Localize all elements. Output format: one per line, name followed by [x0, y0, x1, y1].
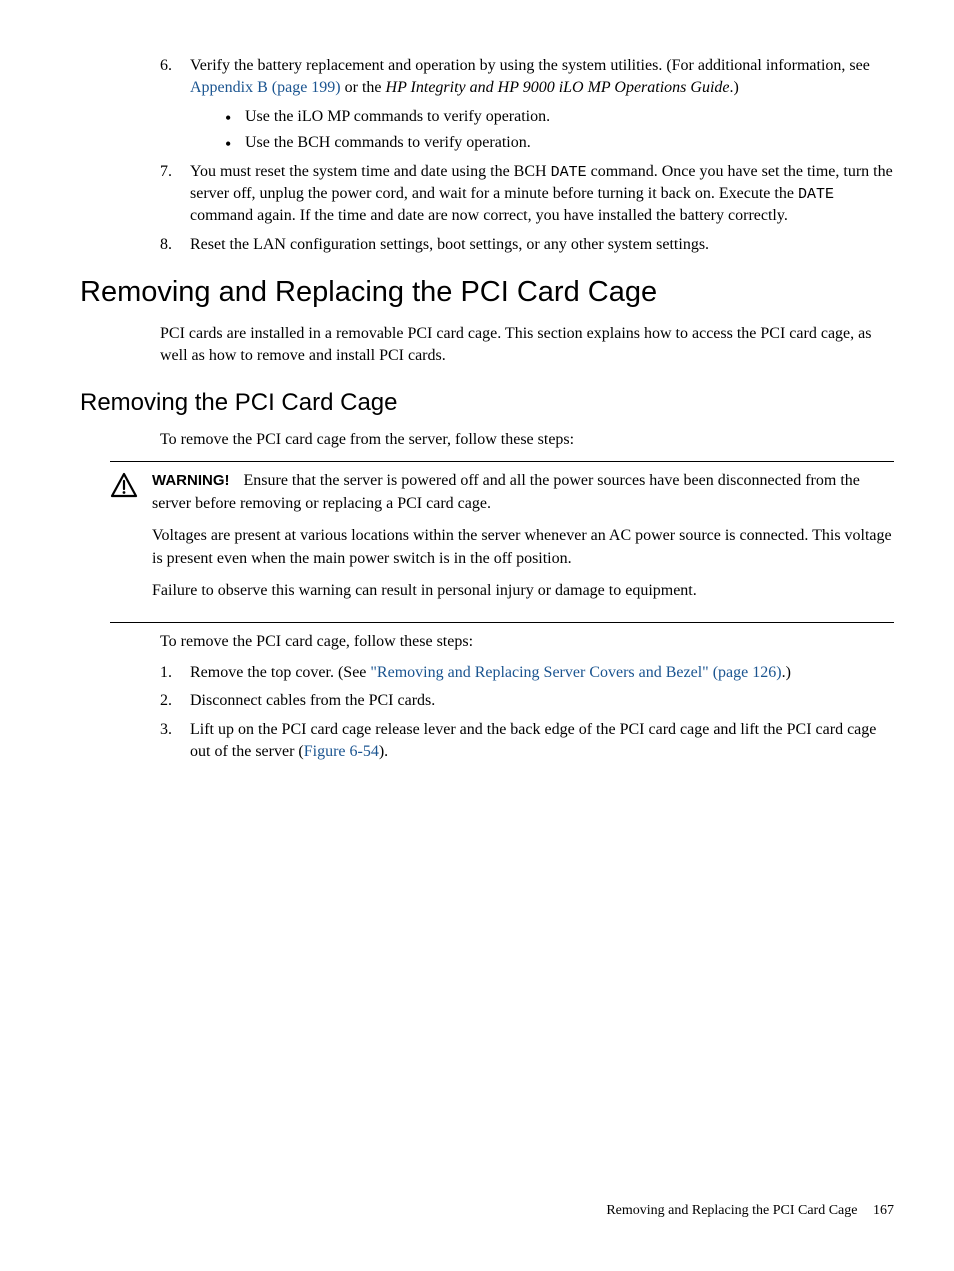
procedure-intro: To remove the PCI card cage, follow thes…	[160, 631, 894, 653]
step-number: 8.	[160, 234, 172, 256]
step-3: 3. Lift up on the PCI card cage release …	[160, 719, 894, 764]
procedure-steps-bottom: 1. Remove the top cover. (See "Removing …	[160, 662, 894, 764]
page-number: 167	[873, 1203, 894, 1218]
warning-body: WARNING!Ensure that the server is powere…	[152, 470, 894, 612]
warning-label: WARNING!	[152, 472, 230, 489]
page-footer: Removing and Replacing the PCI Card Cage…	[606, 1201, 894, 1221]
warning-text: Ensure that the server is powered off an…	[152, 472, 860, 511]
step-number: 7.	[160, 161, 172, 183]
step-number: 2.	[160, 690, 172, 712]
command-text: DATE	[551, 164, 587, 181]
appendix-link[interactable]: Appendix B (page 199)	[190, 79, 341, 96]
subsection-intro: To remove the PCI card cage from the ser…	[160, 429, 894, 451]
bullet-item: Use the BCH commands to verify operation…	[220, 132, 894, 154]
warning-callout: WARNING!Ensure that the server is powere…	[110, 461, 894, 623]
step-text: Lift up on the PCI card cage release lev…	[190, 721, 876, 760]
step-text: Verify the battery replacement and opera…	[190, 57, 870, 96]
warning-text: Voltages are present at various location…	[152, 525, 894, 570]
step-text: You must reset the system time and date …	[190, 163, 893, 225]
divider	[110, 622, 894, 623]
step-1: 1. Remove the top cover. (See "Removing …	[160, 662, 894, 684]
warning-icon	[110, 472, 138, 505]
divider	[110, 461, 894, 462]
step-2: 2. Disconnect cables from the PCI cards.	[160, 690, 894, 712]
subsection-heading: Removing the PCI Card Cage	[80, 386, 894, 420]
xref-link[interactable]: "Removing and Replacing Server Covers an…	[370, 664, 781, 681]
step-6: 6. Verify the battery replacement and op…	[160, 55, 894, 155]
step-text: Disconnect cables from the PCI cards.	[190, 692, 435, 709]
section-intro: PCI cards are installed in a removable P…	[160, 323, 894, 368]
step-number: 1.	[160, 662, 172, 684]
command-text: DATE	[798, 186, 834, 203]
section-heading: Removing and Replacing the PCI Card Cage	[80, 272, 894, 313]
figure-link[interactable]: Figure 6-54	[304, 743, 379, 760]
warning-text: Failure to observe this warning can resu…	[152, 580, 894, 602]
step-7: 7. You must reset the system time and da…	[160, 161, 894, 228]
step-8: 8. Reset the LAN configuration settings,…	[160, 234, 894, 256]
step-text: Reset the LAN configuration settings, bo…	[190, 236, 709, 253]
step-number: 6.	[160, 55, 172, 77]
procedure-steps-top: 6. Verify the battery replacement and op…	[160, 55, 894, 256]
bullet-item: Use the iLO MP commands to verify operat…	[220, 106, 894, 128]
step-number: 3.	[160, 719, 172, 741]
sub-bullet-list: Use the iLO MP commands to verify operat…	[220, 106, 894, 155]
footer-title: Removing and Replacing the PCI Card Cage	[606, 1203, 857, 1218]
step-text: Remove the top cover. (See "Removing and…	[190, 664, 791, 681]
guide-title: HP Integrity and HP 9000 iLO MP Operatio…	[386, 79, 730, 96]
